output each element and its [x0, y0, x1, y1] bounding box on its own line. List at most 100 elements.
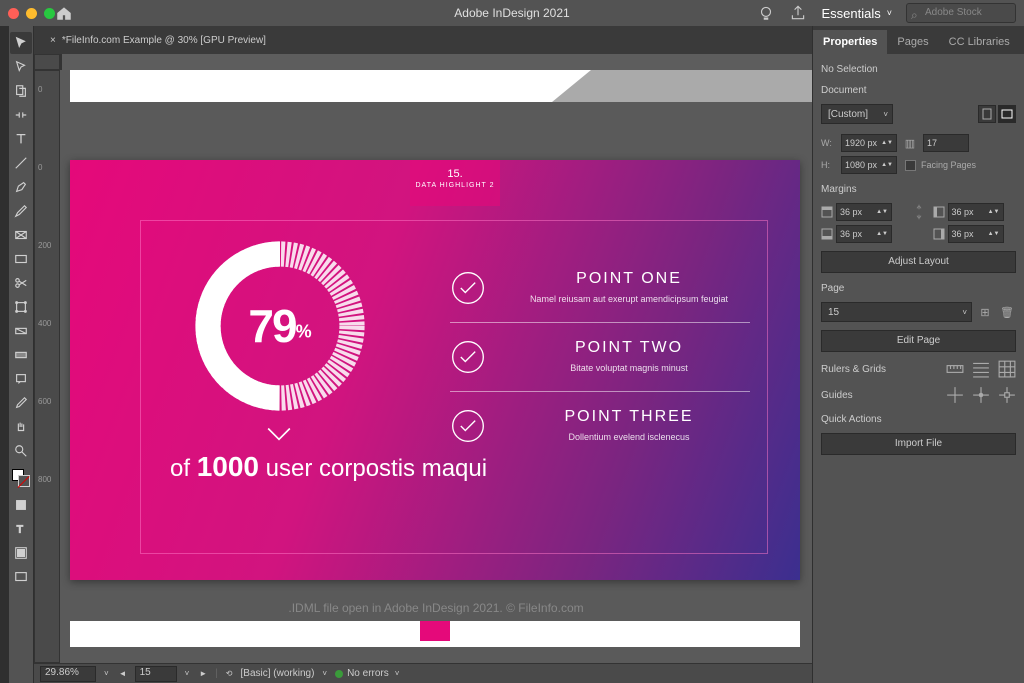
- orientation-portrait[interactable]: [978, 105, 996, 123]
- zoom-input[interactable]: 29.86%: [40, 666, 96, 682]
- height-input[interactable]: 1080 px▲▼: [841, 156, 897, 174]
- smart-guides-icon[interactable]: [998, 386, 1016, 404]
- pencil-tool[interactable]: [10, 200, 32, 222]
- lightbulb-icon[interactable]: [757, 4, 775, 22]
- rectangle-tool[interactable]: [10, 248, 32, 270]
- tab-pages[interactable]: Pages: [887, 30, 938, 54]
- point-title: POINT ONE: [508, 270, 750, 288]
- scissors-tool[interactable]: [10, 272, 32, 294]
- margin-bottom-input[interactable]: 36 px▲▼: [836, 225, 892, 243]
- minimize-window[interactable]: [26, 8, 37, 19]
- watermark-text: .IDML file open in Adobe InDesign 2021. …: [288, 601, 583, 615]
- rectangle-frame-tool[interactable]: [10, 224, 32, 246]
- show-guides-icon[interactable]: [946, 386, 964, 404]
- type-tool[interactable]: [10, 128, 32, 150]
- line-tool[interactable]: [10, 152, 32, 174]
- tab-cc-libraries[interactable]: CC Libraries: [939, 30, 1020, 54]
- point-title: POINT TWO: [508, 339, 750, 357]
- margin-top-icon: [821, 206, 833, 218]
- horizontal-ruler[interactable]: 020040060080010001200140016001800: [60, 54, 62, 70]
- check-circle-icon: [450, 408, 486, 444]
- gradient-feather-tool[interactable]: [10, 344, 32, 366]
- prev-page-edge: [70, 70, 812, 102]
- document-grid-icon[interactable]: [998, 360, 1016, 378]
- ruler-icon[interactable]: [946, 360, 964, 378]
- pen-tool[interactable]: [10, 176, 32, 198]
- section-margins: Margins: [821, 184, 1016, 195]
- chevron-down-icon: [266, 425, 292, 448]
- margin-right-input[interactable]: 36 px▲▼: [948, 225, 1004, 243]
- adjust-layout-button[interactable]: Adjust Layout: [821, 251, 1016, 273]
- close-window[interactable]: [8, 8, 19, 19]
- snap-guides-icon[interactable]: [972, 386, 990, 404]
- points-list: POINT ONE Namel reiusam aut exerupt amend…: [450, 254, 750, 460]
- screen-mode-icon[interactable]: [10, 566, 32, 588]
- page-tool[interactable]: [10, 80, 32, 102]
- stock-search[interactable]: Adobe Stock: [906, 3, 1016, 23]
- properties-panel: Properties Pages CC Libraries No Selecti…: [812, 26, 1024, 683]
- hand-tool[interactable]: [10, 416, 32, 438]
- section-page: Page: [821, 283, 1016, 294]
- vertical-ruler[interactable]: 00200400600800: [34, 70, 60, 663]
- point-item: POINT THREEDollentium evelend isclenecus: [450, 392, 750, 460]
- orientation-landscape[interactable]: [998, 105, 1016, 123]
- selection-tool[interactable]: [10, 32, 32, 54]
- workspace-selector[interactable]: Essentials ˅: [821, 6, 892, 21]
- document-tab[interactable]: × *FileInfo.com Example @ 30% [GPU Previ…: [40, 28, 276, 52]
- page-number-dropdown[interactable]: 15: [821, 302, 972, 322]
- layer-dropdown-icon[interactable]: ˅: [320, 669, 329, 678]
- new-page-icon[interactable]: ⊞: [976, 303, 994, 321]
- prev-spread-icon[interactable]: ◄: [117, 669, 129, 678]
- note-tool[interactable]: [10, 368, 32, 390]
- window-controls: [8, 8, 55, 19]
- edit-page-button[interactable]: Edit Page: [821, 330, 1016, 352]
- status-bar: 29.86% ˅ ◄ 15 ˅ ► | ⟲ [Basic] (working) …: [34, 663, 812, 683]
- apply-color-icon[interactable]: [10, 542, 32, 564]
- fill-stroke-indicator[interactable]: [10, 464, 32, 492]
- point-subtitle: Namel reiusam aut exerupt amendicipsum f…: [508, 294, 750, 304]
- direct-selection-tool[interactable]: [10, 56, 32, 78]
- margin-bottom-icon: [821, 228, 833, 240]
- document-preset-dropdown[interactable]: [Custom]: [821, 104, 893, 124]
- gradient-swatch-tool[interactable]: [10, 320, 32, 342]
- donut-value: 79: [248, 300, 295, 352]
- tab-properties[interactable]: Properties: [813, 30, 887, 54]
- import-file-button[interactable]: Import File: [821, 433, 1016, 455]
- pages-input[interactable]: 17: [923, 134, 969, 152]
- panel-tabs: Properties Pages CC Libraries: [813, 26, 1024, 54]
- page-canvas[interactable]: 15. DATA HIGHLIGHT 2 79%: [70, 160, 800, 580]
- free-transform-tool[interactable]: [10, 296, 32, 318]
- ruler-origin[interactable]: [34, 54, 60, 70]
- margin-top-input[interactable]: 36 px▲▼: [836, 203, 892, 221]
- refresh-icon[interactable]: ⟲: [224, 669, 235, 678]
- maximize-window[interactable]: [44, 8, 55, 19]
- margin-left-input[interactable]: 36 px▲▼: [948, 203, 1004, 221]
- check-circle-icon: [450, 339, 486, 375]
- zoom-dropdown-icon[interactable]: ˅: [102, 669, 111, 678]
- format-container-icon[interactable]: [10, 494, 32, 516]
- page-input[interactable]: 15: [135, 666, 177, 682]
- workspace-label: Essentials: [821, 6, 880, 21]
- next-spread-icon[interactable]: ►: [197, 669, 209, 678]
- home-icon[interactable]: [55, 4, 73, 22]
- eyedropper-tool[interactable]: [10, 392, 32, 414]
- link-margins-icon[interactable]: [913, 203, 925, 221]
- close-tab-icon[interactable]: ×: [50, 35, 56, 46]
- delete-page-icon[interactable]: 🗑: [998, 303, 1016, 321]
- facing-pages-checkbox[interactable]: [905, 160, 916, 171]
- margin-left-icon: [933, 206, 945, 218]
- document-viewport[interactable]: 15. DATA HIGHLIGHT 2 79%: [60, 70, 812, 663]
- slide-number: 15.: [410, 168, 500, 180]
- titlebar: Adobe InDesign 2021 Essentials ˅ Adobe S…: [0, 0, 1024, 26]
- width-label: W:: [821, 138, 835, 148]
- page-dropdown-icon[interactable]: ˅: [183, 669, 192, 678]
- canvas-area: × *FileInfo.com Example @ 30% [GPU Previ…: [34, 26, 812, 683]
- gap-tool[interactable]: [10, 104, 32, 126]
- zoom-tool[interactable]: [10, 440, 32, 462]
- format-text-icon[interactable]: T: [10, 518, 32, 540]
- point-subtitle: Bitate voluptat magnis minust: [508, 363, 750, 373]
- width-input[interactable]: 1920 px▲▼: [841, 134, 897, 152]
- baseline-grid-icon[interactable]: [972, 360, 990, 378]
- share-icon[interactable]: [789, 4, 807, 22]
- preflight-status[interactable]: No errors ˅: [335, 668, 401, 679]
